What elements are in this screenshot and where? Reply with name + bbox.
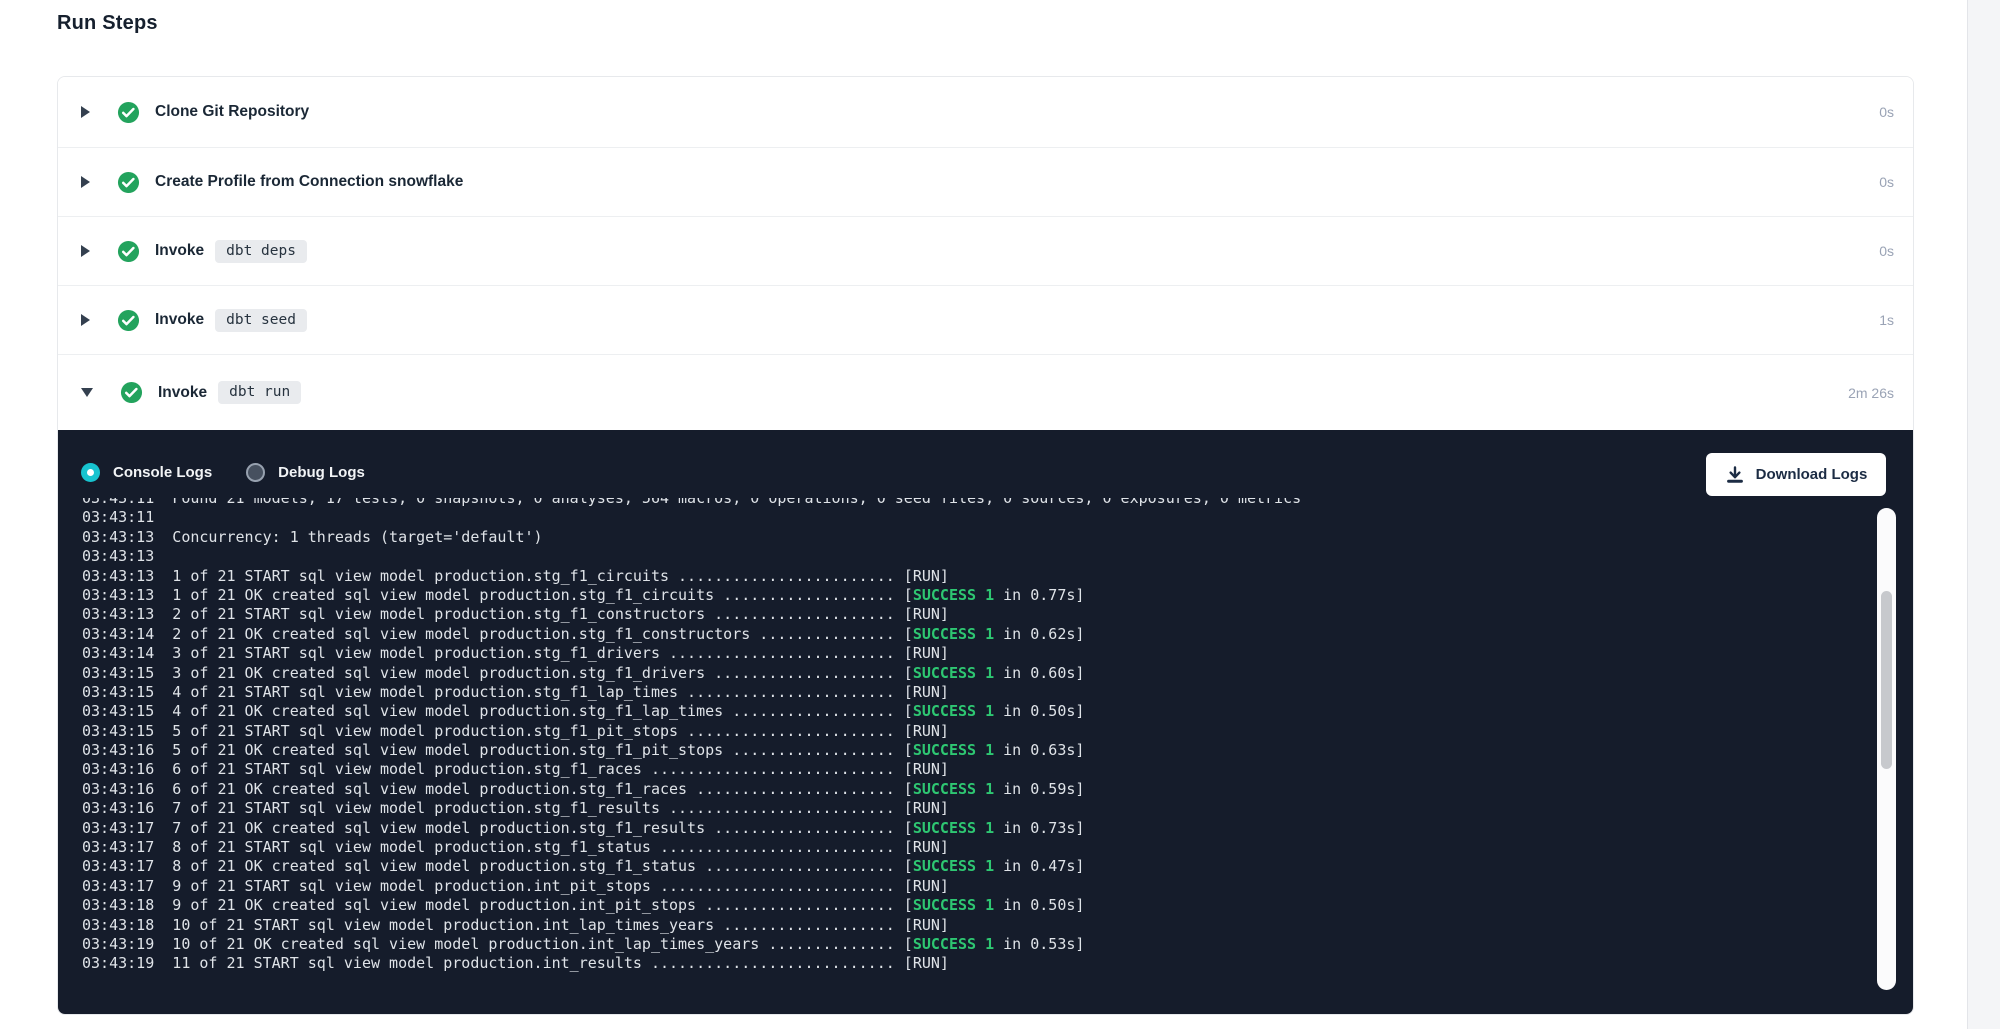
log-line: 03:43:18 9 of 21 OK created sql view mod… [82,896,1863,915]
download-logs-button[interactable]: Download Logs [1706,453,1886,496]
log-line: 03:43:13 Concurrency: 1 threads (target=… [82,528,1863,547]
step-command-chip: dbt deps [215,240,307,263]
log-line: 03:43:15 4 of 21 START sql view model pr… [82,683,1863,702]
log-line: 03:43:13 1 of 21 START sql view model pr… [82,567,1863,586]
step-duration: 1s [1879,312,1913,328]
log-line: 03:43:15 4 of 21 OK created sql view mod… [82,702,1863,721]
log-line: 03:43:16 7 of 21 START sql view model pr… [82,799,1863,818]
caret-icon[interactable] [81,388,93,397]
log-tabs: Console Logs Debug Logs [81,463,399,482]
debug-logs-radio[interactable]: Debug Logs [246,463,365,482]
log-line: 03:43:11 [82,508,1863,527]
step-command-chip: dbt seed [215,309,307,332]
success-check-icon [117,171,140,194]
console-logs-label[interactable]: Console Logs [113,464,212,481]
run-steps-page: Run Steps Clone Git Repository 0s Create… [0,0,2000,1029]
step-label: Invoke [155,242,204,260]
success-check-icon [117,309,140,332]
radio-selected-icon[interactable] [81,463,100,482]
caret-icon[interactable] [81,176,90,188]
log-line: 03:43:19 10 of 21 OK created sql view mo… [82,935,1863,954]
log-line: 03:43:17 8 of 21 START sql view model pr… [82,838,1863,857]
log-line: 03:43:13 1 of 21 OK created sql view mod… [82,586,1863,605]
log-line: 03:43:16 6 of 21 START sql view model pr… [82,760,1863,779]
log-line: 03:43:17 8 of 21 OK created sql view mod… [82,857,1863,876]
success-check-icon [120,381,143,404]
caret-icon[interactable] [81,245,90,257]
log-line: 03:43:15 5 of 21 START sql view model pr… [82,722,1863,741]
log-line: 03:43:11 Found 21 models, 17 tests, 0 sn… [82,498,1863,508]
step-label: Clone Git Repository [155,103,309,121]
log-line: 03:43:13 [82,547,1863,566]
page-title: Run Steps [57,12,158,35]
step-label: Invoke [155,311,204,329]
log-scrollbar-thumb[interactable] [1881,591,1892,769]
log-line: 03:43:18 10 of 21 START sql view model p… [82,916,1863,935]
log-line: 03:43:16 6 of 21 OK created sql view mod… [82,780,1863,799]
step-duration: 0s [1879,243,1913,259]
caret-icon[interactable] [81,314,90,326]
step-duration: 2m 26s [1848,385,1913,401]
log-line: 03:43:19 11 of 21 START sql view model p… [82,954,1863,973]
log-panel: Console Logs Debug Logs Download Logs 03… [58,430,1913,1014]
step-duration: 0s [1879,174,1913,190]
log-scrollbar-track[interactable] [1877,508,1896,990]
step-row[interactable]: Invoke dbt seed 1s [58,286,1913,355]
success-check-icon [117,101,140,124]
step-row[interactable]: Invoke dbt deps 0s [58,217,1913,286]
console-log-output[interactable]: 03:43:11 Found 21 models, 17 tests, 0 sn… [82,498,1863,992]
success-check-icon [117,240,140,263]
step-label: Invoke [158,384,207,402]
log-line: 03:43:17 7 of 21 OK created sql view mod… [82,819,1863,838]
log-line: 03:43:13 2 of 21 START sql view model pr… [82,605,1863,624]
step-row[interactable]: Create Profile from Connection snowflake… [58,148,1913,217]
log-line: 03:43:14 3 of 21 START sql view model pr… [82,644,1863,663]
step-label: Create Profile from Connection snowflake [155,173,463,191]
download-logs-label: Download Logs [1756,466,1868,483]
page-right-gutter [1967,0,2000,1029]
console-logs-radio[interactable]: Console Logs [81,463,212,482]
log-line: 03:43:16 5 of 21 OK created sql view mod… [82,741,1863,760]
step-duration: 0s [1879,104,1913,120]
log-line: 03:43:17 9 of 21 START sql view model pr… [82,877,1863,896]
log-line: 03:43:14 2 of 21 OK created sql view mod… [82,625,1863,644]
step-command-chip: dbt run [218,381,301,404]
step-row[interactable]: Clone Git Repository 0s [58,77,1913,148]
caret-icon[interactable] [81,106,90,118]
log-line: 03:43:15 3 of 21 OK created sql view mod… [82,664,1863,683]
log-lines: 03:43:11 Found 21 models, 17 tests, 0 sn… [82,498,1863,974]
run-steps-card: Clone Git Repository 0s Create Profile f… [57,76,1914,1015]
steps-list: Clone Git Repository 0s Create Profile f… [58,77,1913,430]
radio-unselected-icon[interactable] [246,463,265,482]
debug-logs-label[interactable]: Debug Logs [278,464,365,481]
download-icon [1725,465,1745,485]
step-row[interactable]: Invoke dbt run 2m 26s [58,355,1913,430]
